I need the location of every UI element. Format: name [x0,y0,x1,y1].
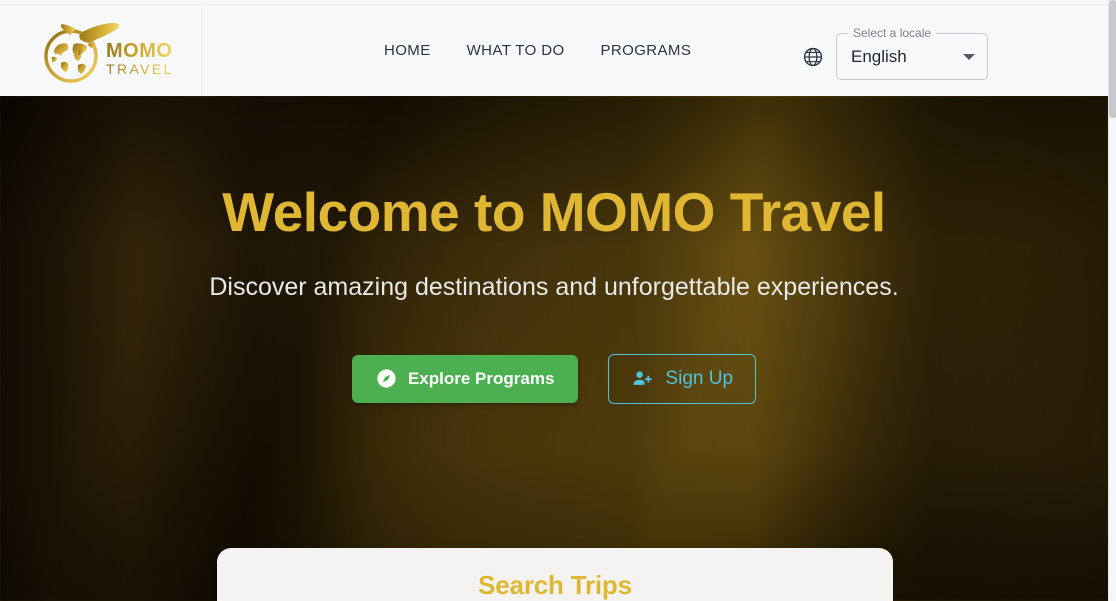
explore-programs-button[interactable]: Explore Programs [351,354,579,403]
nav-link-programs[interactable]: PROGRAMS [583,34,710,67]
nav-link-what-to-do[interactable]: WHAT TO DO [449,34,583,67]
explore-programs-label: Explore Programs [407,368,555,388]
logo-text-travel: TRAVEL [106,61,172,77]
search-trips-panel: Search Trips Destination Departure Date … [217,548,893,601]
locale-select-value: English [851,46,907,66]
logo-text-momo: MOMO [106,40,172,62]
hero-section: Welcome to MOMO Travel Discover amazing … [0,96,1108,601]
hero-subtitle: Discover amazing destinations and unforg… [209,272,899,301]
vertical-scrollbar[interactable] [1108,0,1116,601]
chevron-down-icon[interactable] [963,53,975,60]
momo-travel-logo: MOMO TRAVEL [43,22,172,83]
search-panel-title: Search Trips [478,570,632,600]
hero-cta-row: Explore Programs Sign Up [0,353,1108,404]
site-header: MOMO TRAVEL HOME WHAT TO DO PROGRAMS Sel… [0,5,1108,96]
sign-up-button[interactable]: Sign Up [608,353,757,404]
hero-content: Welcome to MOMO Travel Discover amazing … [0,96,1108,404]
scrollbar-thumb[interactable] [1109,0,1116,118]
locale-select[interactable]: Select a locale English [836,26,988,80]
sign-up-label: Sign Up [665,367,734,389]
page-root: MOMO TRAVEL HOME WHAT TO DO PROGRAMS Sel… [0,0,1116,601]
person-add-icon [633,371,653,385]
logo-container[interactable]: MOMO TRAVEL [0,5,202,96]
locale-select-label: Select a locale [848,26,937,40]
hero-title: Welcome to MOMO Travel [222,181,886,243]
locale-selector-group: Select a locale English [802,26,988,80]
main-navigation: HOME WHAT TO DO PROGRAMS [366,34,709,67]
explore-compass-icon [377,369,396,388]
globe-icon [803,47,823,66]
nav-link-home[interactable]: HOME [366,34,449,67]
